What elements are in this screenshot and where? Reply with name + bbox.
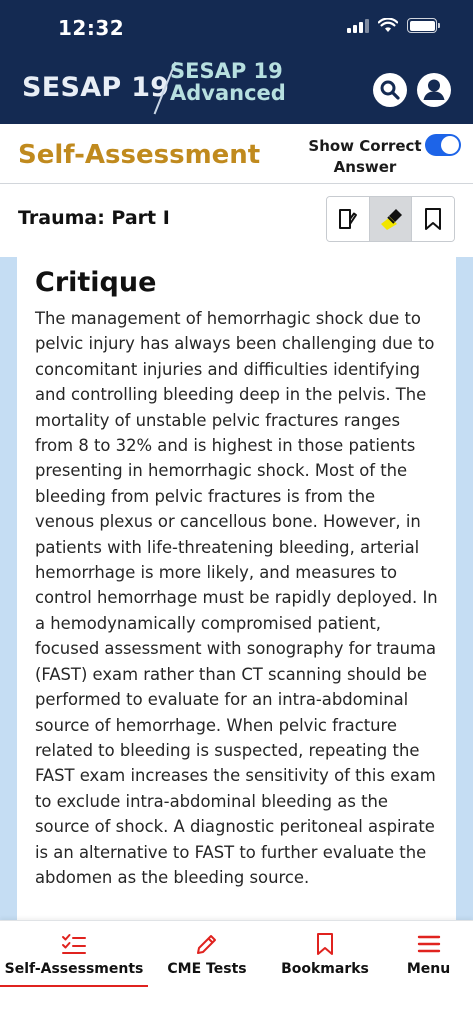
notes-button[interactable] xyxy=(327,197,370,241)
account-button[interactable] xyxy=(417,73,451,107)
active-tab-indicator xyxy=(0,985,148,987)
show-correct-answer-toggle[interactable] xyxy=(425,134,461,156)
toggle-label-line2: Answer xyxy=(333,158,397,176)
critique-title: Critique xyxy=(35,267,157,298)
status-time: 12:32 xyxy=(58,16,125,40)
test-bar: Trauma: Part I xyxy=(0,185,473,257)
cellular-signal-icon xyxy=(347,18,369,33)
nav-menu[interactable]: Menu xyxy=(384,921,473,987)
highlighter-button[interactable] xyxy=(369,197,413,241)
logo-right-line2: Advanced xyxy=(170,81,286,105)
wifi-icon xyxy=(378,18,398,32)
bookmark-icon xyxy=(425,208,442,230)
battery-icon xyxy=(407,18,440,33)
nav-self-assessments[interactable]: Self-Assessments xyxy=(0,921,148,987)
critique-body: The management of hemorrhagic shock due … xyxy=(35,309,438,887)
logo-right-line1: SESAP 19 xyxy=(170,59,283,83)
bottom-nav: Self-Assessments CME Tests Bookmarks Men… xyxy=(0,920,473,1024)
section-title: Self-Assessment xyxy=(18,140,261,170)
account-icon xyxy=(423,79,445,100)
bookmark-icon xyxy=(317,933,333,955)
nav-bookmarks[interactable]: Bookmarks xyxy=(266,921,384,987)
toggle-knob xyxy=(441,136,459,154)
bookmark-button[interactable] xyxy=(412,197,454,241)
nav-label-self-assessments: Self-Assessments xyxy=(4,961,144,977)
highlighter-icon xyxy=(380,209,402,230)
search-icon xyxy=(380,80,400,100)
notes-icon xyxy=(338,209,357,229)
search-button[interactable] xyxy=(373,73,407,107)
hamburger-menu-icon xyxy=(417,935,440,953)
nav-label-cme-tests: CME Tests xyxy=(167,961,247,977)
logo-sesap19-advanced: SESAP 19 Advanced xyxy=(170,60,286,104)
toggle-label-line1: Show Correct xyxy=(308,137,422,155)
app-header: 12:32 SESAP 19 SESAP 19 Advanced xyxy=(0,0,473,124)
checklist-icon xyxy=(62,934,86,954)
test-title: Trauma: Part I xyxy=(18,207,170,229)
logo-sesap19: SESAP 19 xyxy=(22,72,170,103)
nav-label-bookmarks: Bookmarks xyxy=(281,961,369,977)
critique-card: Critique The management of hemorrhagic s… xyxy=(17,257,456,920)
status-icons xyxy=(347,18,440,33)
annotation-toolbar xyxy=(326,196,455,242)
nav-cme-tests[interactable]: CME Tests xyxy=(148,921,266,987)
section-bar: Self-Assessment Show Correct Answer xyxy=(0,124,473,184)
show-correct-answer-label: Show Correct Answer xyxy=(308,136,422,178)
pencil-icon xyxy=(197,935,216,954)
sesap-logo: SESAP 19 SESAP 19 Advanced xyxy=(22,60,312,115)
nav-label-menu: Menu xyxy=(406,961,451,977)
